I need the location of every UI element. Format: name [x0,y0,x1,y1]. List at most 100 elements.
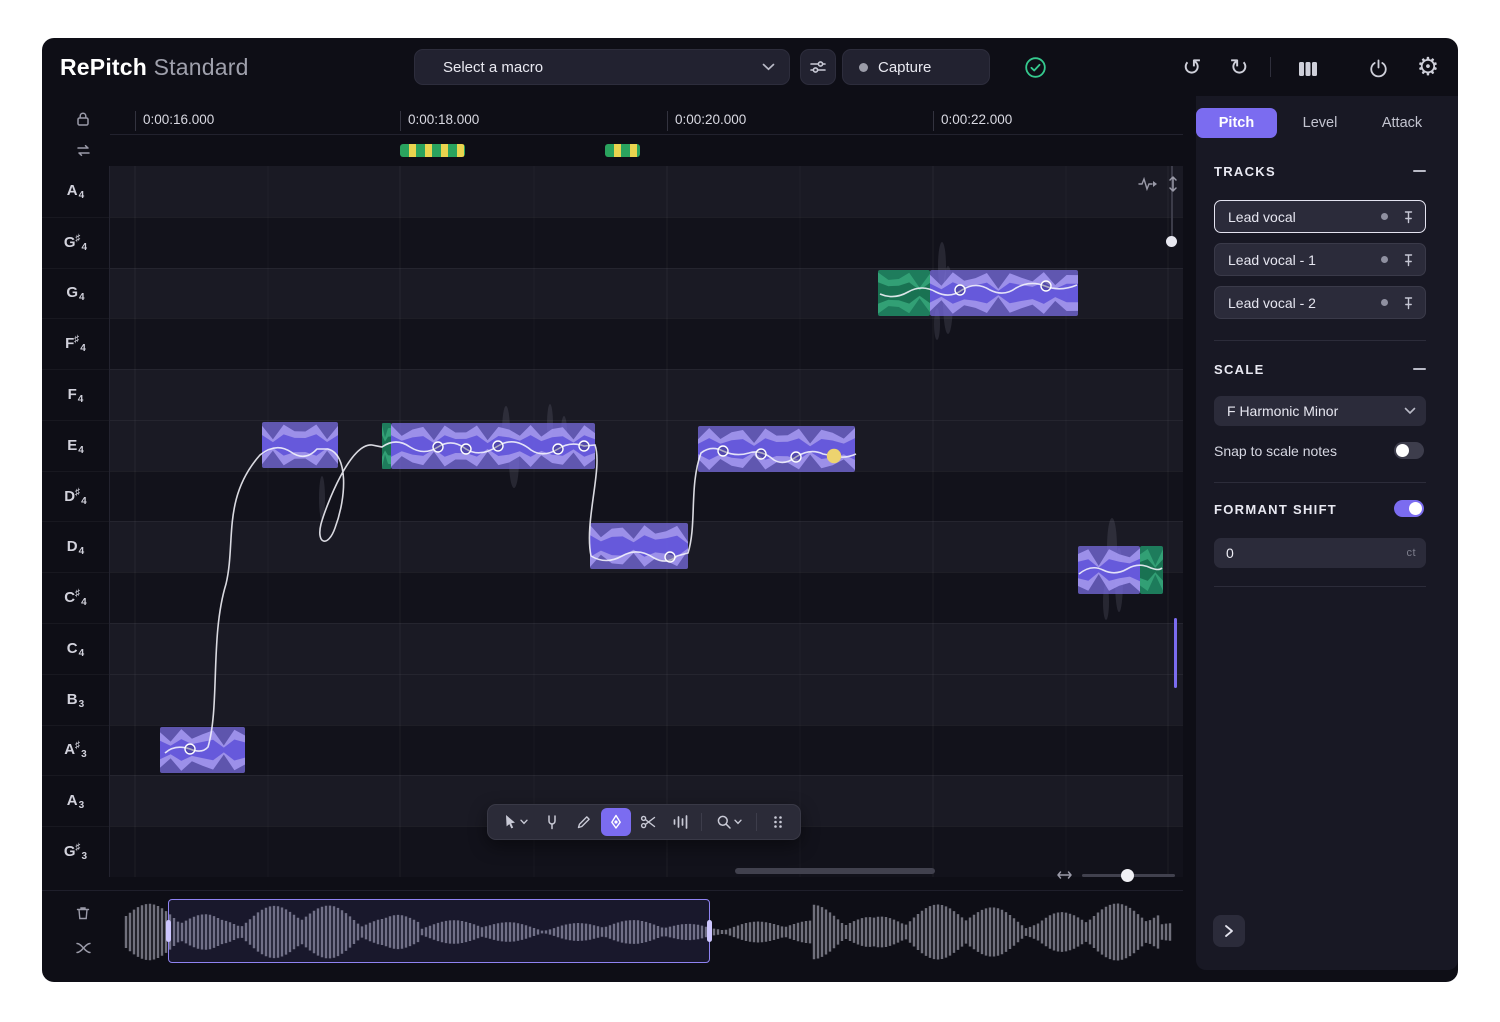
panel-divider [1214,586,1426,587]
track-item-lead-vocal-1[interactable]: Lead vocal - 1 [1214,243,1426,276]
vertical-scrollbar-handle[interactable] [1166,236,1177,247]
piano-key-c4[interactable]: C4 [42,623,109,674]
pitch-node[interactable] [790,451,802,463]
track-item-lead-vocal-2[interactable]: Lead vocal - 2 [1214,286,1426,319]
pitch-node[interactable] [184,743,196,755]
app-logo: RePitch Standard [60,54,249,81]
selection-handle-right[interactable] [707,920,712,942]
piano-key-d4[interactable]: D4 [42,521,109,572]
macro-settings-button[interactable] [800,49,836,85]
app-window: RePitch Standard Select a macro Capture … [42,38,1458,982]
piano-key-gs3[interactable]: G♯3 [42,826,109,877]
pitch-node[interactable] [1040,280,1052,292]
pitch-node[interactable] [432,441,444,453]
track-mute-dot[interactable] [1381,213,1388,220]
track-mute-dot[interactable] [1381,299,1388,306]
tuning-fork-tool-button[interactable] [537,808,567,836]
pitch-node[interactable] [460,443,472,455]
horizontal-scrollbar[interactable] [735,868,935,874]
view-columns-button[interactable] [1294,55,1322,83]
redo-button[interactable]: ↻ [1225,53,1253,81]
overview-separator [42,890,1183,891]
pitch-node-active[interactable] [826,448,842,464]
power-button[interactable] [1364,54,1392,82]
pitch-node[interactable] [492,440,504,452]
vertical-zoom-icon[interactable] [1166,175,1180,193]
brand-edition: Standard [153,54,249,80]
panel-expand-button[interactable] [1213,915,1245,947]
pitch-grid[interactable] [110,166,1183,877]
pointer-tool-button[interactable] [495,808,535,836]
lock-icon[interactable] [68,104,98,134]
crossfade-icon[interactable] [68,933,98,963]
tracks-collapse-icon[interactable] [1413,170,1426,172]
horizontal-zoom-icon[interactable] [1056,869,1073,881]
warp-tool-button[interactable] [665,808,695,836]
panel-divider [1214,482,1426,483]
selection-handle-left[interactable] [166,920,171,942]
zoom-slider-knob[interactable] [1121,869,1134,882]
pin-icon[interactable] [1402,210,1415,224]
pitch-node[interactable] [755,448,767,460]
pin-icon[interactable] [1402,253,1415,267]
pen-tool-button[interactable] [601,808,631,836]
piano-key-f4[interactable]: F4 [42,369,109,420]
ruler-tick: 0:00:22.000 [941,112,1013,127]
pitch-node[interactable] [664,551,676,563]
scissors-tool-button[interactable] [633,808,663,836]
formant-shift-field[interactable]: 0 ct [1214,538,1426,568]
piano-key-e4[interactable]: E4 [42,419,109,471]
piano-key-cs4[interactable]: C♯4 [42,572,109,623]
brand-name: RePitch [60,54,148,80]
tab-level[interactable]: Level [1290,108,1350,138]
overview-selection[interactable] [166,899,712,963]
piano-key-a4[interactable]: A4 [42,166,109,217]
tab-attack[interactable]: Attack [1366,108,1438,138]
macro-select[interactable]: Select a macro [414,49,790,85]
note-clips [160,270,1163,773]
undo-button[interactable]: ↺ [1178,53,1206,81]
piano-key-as3[interactable]: A♯3 [42,724,109,776]
pin-icon[interactable] [1402,296,1415,310]
trash-icon[interactable] [68,898,98,928]
capture-ready-check-icon [1024,56,1047,79]
piano-key-labels: A4 G♯4 G4 F♯4 F4 E4 D♯4 D4 C♯4 C4 B3 A♯3… [42,166,110,877]
waveform-cursor-icon[interactable] [1138,176,1158,192]
timeline-ruler[interactable]: 0:00:16.000 0:00:18.000 0:00:20.000 0:00… [110,108,1183,135]
formant-shift-toggle[interactable] [1394,500,1424,517]
ruler-tick: 0:00:20.000 [675,112,747,127]
pencil-tool-button[interactable] [569,808,599,836]
piano-key-g4[interactable]: G4 [42,267,109,319]
side-panel: Pitch Level Attack TRACKS Lead vocal Lea… [1196,96,1458,970]
piano-key-gs4[interactable]: G♯4 [42,216,109,268]
piano-key-fs4[interactable]: F♯4 [42,318,109,369]
piano-key-b3[interactable]: B3 [42,673,109,725]
tab-pitch[interactable]: Pitch [1196,108,1277,138]
clip-waveforms [160,272,1163,771]
piano-key-ds4[interactable]: D♯4 [42,470,109,522]
track-mute-dot[interactable] [1381,256,1388,263]
pitch-grid-svg [134,166,1169,877]
scale-collapse-icon[interactable] [1413,368,1426,370]
pitch-node[interactable] [578,440,590,452]
sliders-icon [809,58,827,76]
pitch-node[interactable] [717,445,729,457]
capture-lane[interactable] [110,135,1183,167]
settings-gear-icon[interactable]: ⚙ [1414,53,1442,81]
scale-select[interactable]: F Harmonic Minor [1214,396,1426,426]
pitch-node[interactable] [552,443,564,455]
scale-section-title: SCALE [1214,362,1265,377]
zoom-tool-button[interactable] [708,808,750,836]
pitch-curves [164,282,1163,754]
piano-key-a3[interactable]: A3 [42,775,109,826]
ruler-tick: 0:00:16.000 [143,112,215,127]
loop-icon[interactable] [68,135,98,165]
track-item-lead-vocal[interactable]: Lead vocal [1214,200,1426,233]
vertical-scroll-indicator[interactable] [1174,618,1177,688]
pitch-node[interactable] [954,284,966,296]
overview-strip[interactable] [120,897,1180,967]
toolbar-drag-handle[interactable] [763,808,793,836]
captured-segment [605,144,640,157]
snap-to-scale-toggle[interactable] [1394,442,1424,459]
capture-button[interactable]: Capture [842,49,990,85]
